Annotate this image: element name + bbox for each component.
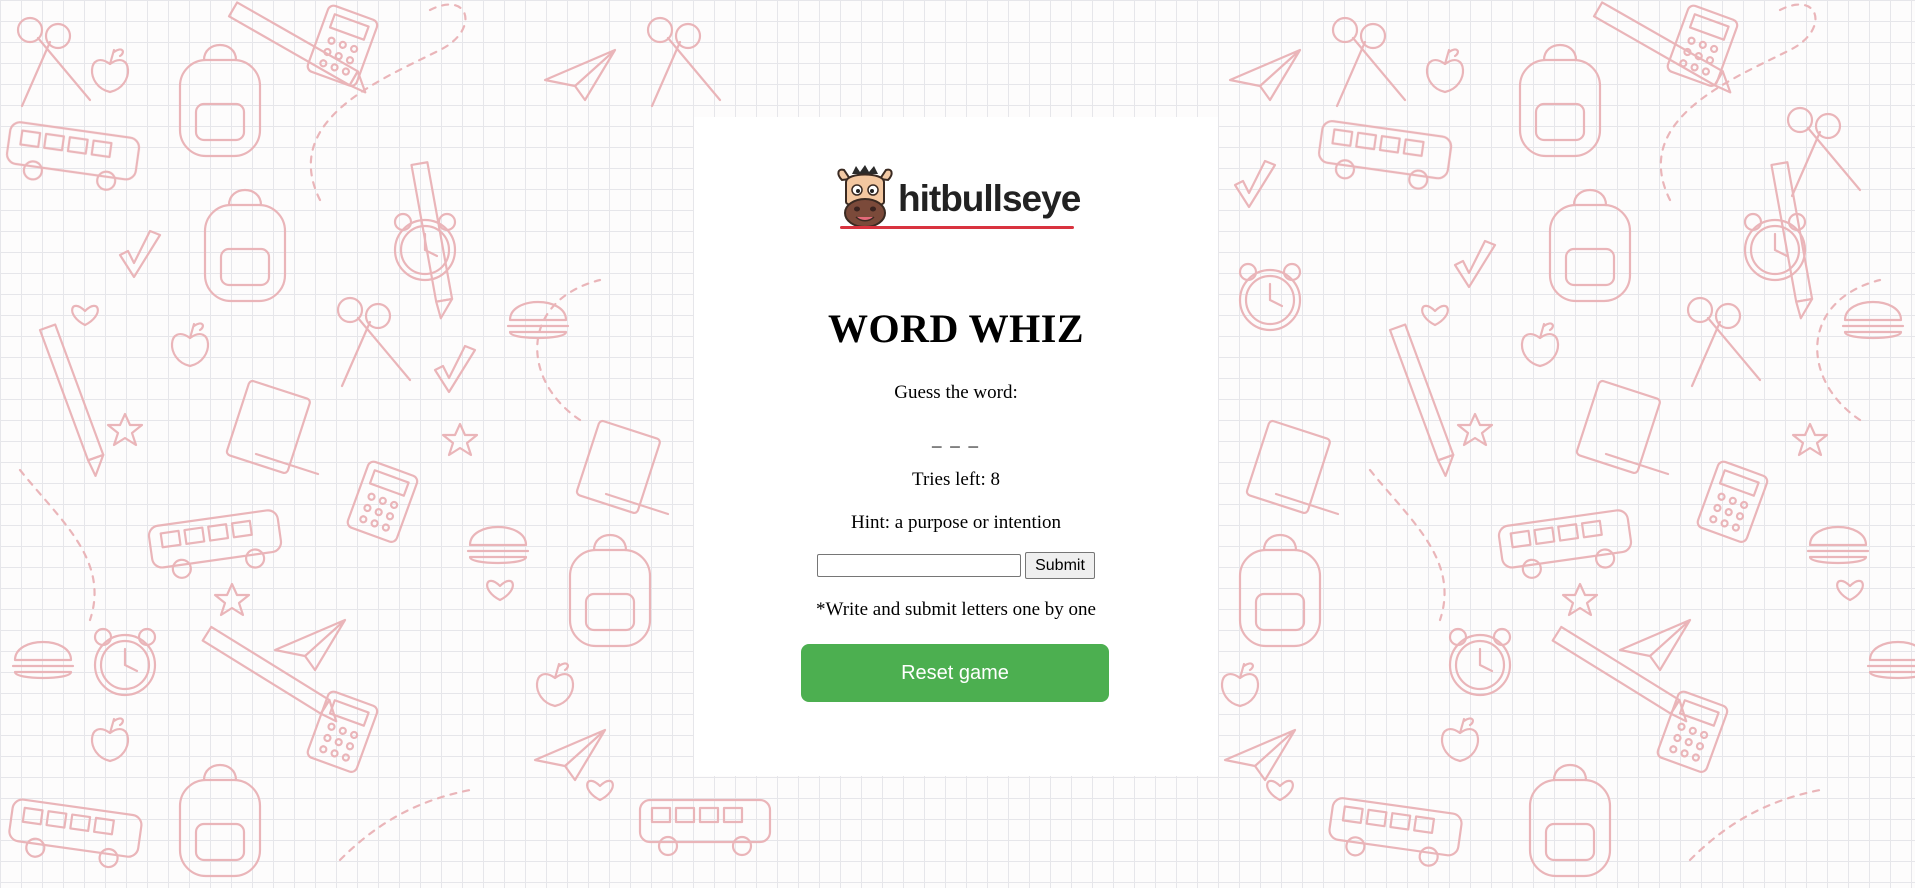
word-blanks: _ _ _	[932, 429, 980, 450]
letter-input[interactable]	[817, 554, 1022, 577]
bull-mascot-icon	[837, 165, 893, 228]
game-card: hitbullseye WORD WHIZ Guess the word: _ …	[694, 117, 1218, 776]
brand-logo[interactable]: hitbullseye	[836, 164, 1081, 230]
game-title: WORD WHIZ	[827, 306, 1085, 351]
submit-button[interactable]: Submit	[1025, 552, 1095, 579]
brand-name: hitbullseye	[898, 178, 1081, 219]
guess-prompt: Guess the word:	[894, 382, 1018, 403]
reset-game-button[interactable]: Reset game	[801, 644, 1109, 702]
guess-form: Submit	[694, 552, 1218, 579]
word-hint: Hint: a purpose or intention	[850, 512, 1062, 533]
tries-left: Tries left: 8	[912, 469, 1000, 490]
brand-underline	[840, 226, 1075, 229]
instruction-note: *Write and submit letters one by one	[816, 599, 1096, 620]
